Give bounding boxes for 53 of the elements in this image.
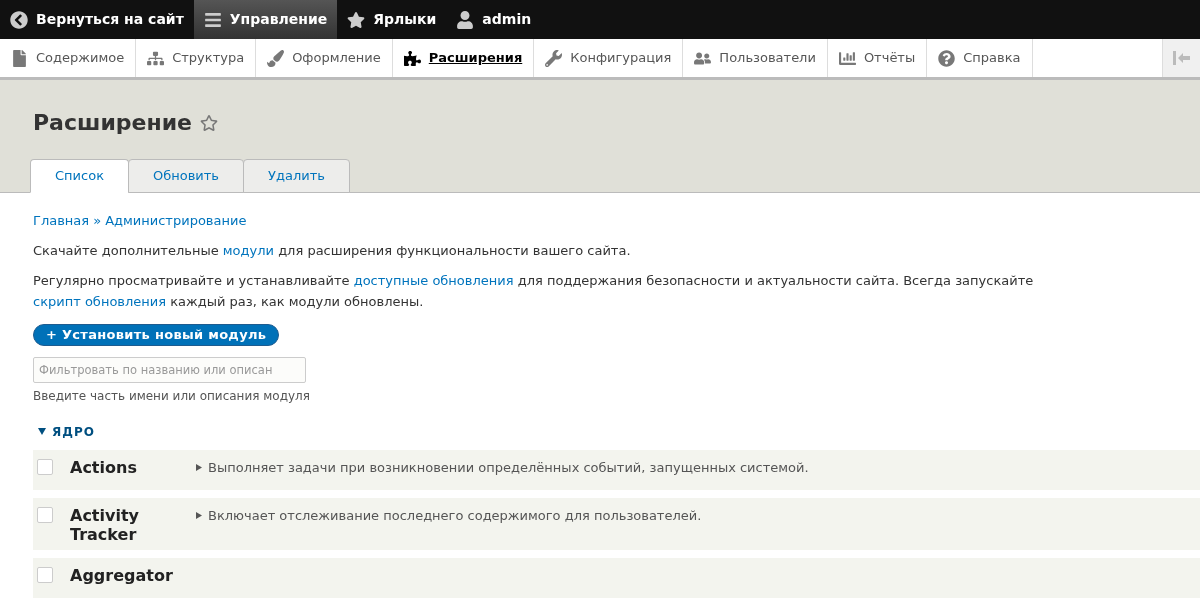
help-text: Регулярно просматривайте и устанавливайте доступные обновления для поддержания безопасности и актуальности сайта. Всегда запускайте скрипт обновления каждый раз, как модули обновлены. bbox=[33, 271, 1035, 311]
toolbar-link[interactable]: admin bbox=[446, 0, 542, 39]
tray-link[interactable]: Расширения bbox=[392, 39, 535, 77]
collapse-left-icon bbox=[1172, 51, 1191, 65]
tab[interactable]: Удалить bbox=[243, 159, 350, 193]
install-button[interactable]: + Установить новый модуль bbox=[33, 323, 280, 346]
help-icon bbox=[938, 49, 956, 67]
breadcrumb-link[interactable]: Главная bbox=[33, 211, 90, 231]
tray-link[interactable]: Справка bbox=[927, 39, 1033, 77]
star-icon[interactable] bbox=[200, 113, 218, 132]
disclosure-icon bbox=[38, 428, 46, 435]
checkbox[interactable] bbox=[37, 458, 53, 475]
text-link[interactable]: модули bbox=[222, 242, 274, 258]
user-icon bbox=[456, 10, 475, 29]
toolbar-link[interactable]: Управление bbox=[193, 0, 338, 39]
module-name: Aggregator bbox=[70, 565, 174, 585]
help-text: Скачайте дополнительные модули для расширения функциональности вашего сайта. bbox=[33, 241, 632, 260]
star-icon bbox=[347, 10, 366, 29]
menu-icon bbox=[203, 10, 222, 29]
expand-icon[interactable] bbox=[196, 512, 202, 519]
brush-icon bbox=[267, 49, 285, 67]
bar-chart-icon bbox=[838, 49, 856, 67]
puzzle-icon bbox=[403, 49, 421, 67]
tab[interactable]: Обновить bbox=[128, 159, 245, 193]
toolbar-link[interactable]: Вернуться на сайт bbox=[0, 0, 194, 39]
filter-field[interactable]: Фильтровать по названию или описан bbox=[33, 356, 306, 383]
orientation-toggle[interactable] bbox=[1162, 39, 1200, 77]
document-icon bbox=[11, 49, 28, 67]
page-title: Расширение bbox=[33, 109, 192, 137]
tray-link[interactable]: Содержимое bbox=[0, 39, 137, 77]
tab[interactable]: Список bbox=[30, 159, 129, 193]
breadcrumb-separator: » bbox=[93, 212, 102, 230]
text-link[interactable]: скрипт обновления bbox=[33, 293, 167, 309]
tray-link[interactable]: Пользователи bbox=[683, 39, 828, 77]
checkbox[interactable] bbox=[37, 566, 53, 583]
expand-icon[interactable] bbox=[196, 464, 202, 471]
group-toggle[interactable]: ЯДРО bbox=[38, 422, 95, 441]
wrench-icon bbox=[545, 49, 563, 67]
module-description: Включает отслеживание последнего содержимого для пользователей. bbox=[208, 506, 702, 525]
checkbox[interactable] bbox=[37, 506, 53, 523]
toolbar-link[interactable]: Ярлыки bbox=[337, 0, 447, 39]
hierarchy-icon bbox=[147, 49, 165, 67]
tray-link[interactable]: Оформление bbox=[256, 39, 393, 77]
filter-hint: Введите часть имени или описания модуля bbox=[33, 387, 311, 405]
tray-link[interactable]: Отчёты bbox=[827, 39, 928, 77]
module-name: Actions bbox=[70, 457, 138, 477]
tray-link[interactable]: Структура bbox=[136, 39, 257, 77]
text-link[interactable]: доступные обновления bbox=[353, 272, 514, 288]
module-description: Выполняет задачи при возникновении определённых событий, запущенных системой. bbox=[208, 458, 809, 477]
tray-link[interactable]: Конфигурация bbox=[534, 39, 684, 77]
module-name: Activity Tracker bbox=[70, 505, 140, 544]
back-icon bbox=[10, 10, 28, 29]
breadcrumb-link[interactable]: Администрирование bbox=[105, 211, 247, 231]
